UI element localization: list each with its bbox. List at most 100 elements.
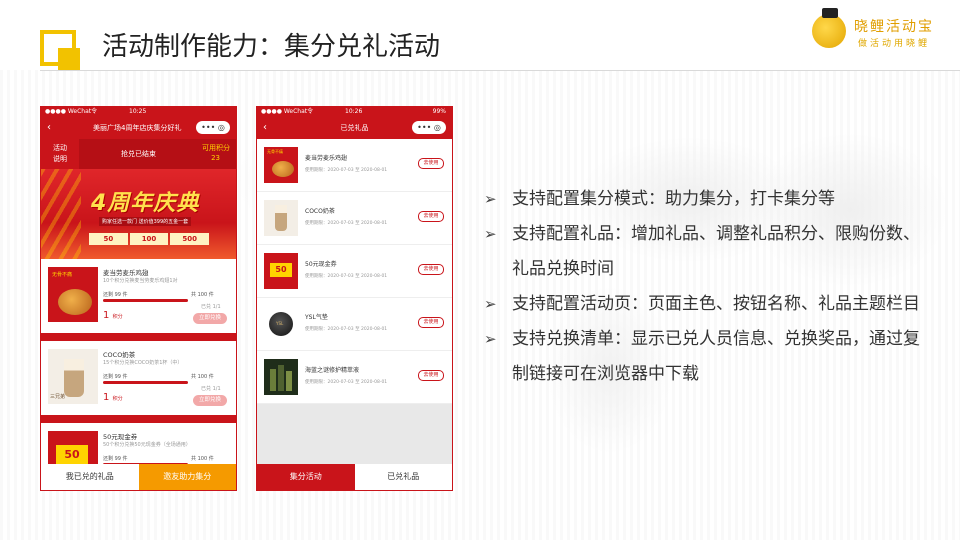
bottom-tab-bar: 集分活动 已兑礼品	[257, 464, 452, 490]
campaign-status-text: 抢兑已结束	[121, 150, 156, 158]
thumb-label: 无骨不痛	[267, 149, 283, 154]
stock-progress-bar	[103, 381, 188, 384]
points-label: 可用积分	[202, 144, 230, 152]
nav-bar: ‹ 美丽广场4周年店庆集分好礼 ••• ◎	[41, 117, 236, 139]
gift-description: 15个积分兑换COCO奶茶1杯（中）	[103, 360, 183, 366]
redeemed-list: 无骨不痛 麦当劳麦乐鸡翅 使用期限：2020-07-03 至 2020-08-0…	[257, 139, 452, 404]
list-item[interactable]: 无骨不痛 麦当劳麦乐鸡翅 使用期限：2020-07-03 至 2020-08-0…	[257, 139, 452, 192]
thumb-label: 无骨不痛	[52, 272, 73, 278]
bottle-icon	[278, 365, 284, 391]
gift-stock-left: 还剩 99 件	[103, 374, 128, 380]
fish-mascot-icon	[812, 14, 846, 48]
top-hat-icon	[822, 8, 838, 18]
item-name: YSL气垫	[305, 314, 328, 321]
banner-coupon: 50	[89, 233, 128, 245]
banner-ribbon-decoration	[41, 169, 81, 259]
gift-card: 无骨不痛 麦当劳麦乐鸡翅 10个积分兑换麦当劳麦乐鸡翅1对 还剩 99 件 共 …	[41, 259, 236, 341]
item-validity: 使用期限：2020-07-03 至 2020-08-01	[305, 274, 388, 279]
feature-item: ➢ 支持配置集分模式：助力集分，打卡集分等	[484, 182, 934, 217]
gift-points: 1 积分	[103, 310, 123, 321]
status-time: 10:25	[129, 108, 147, 115]
banner-coupons: 50 100 500	[89, 233, 210, 245]
thumb-label: YSL	[276, 321, 284, 326]
gift-points-value: 1	[103, 310, 110, 321]
brand-logo: 晓鲤活动宝 做活动用晓鲤	[812, 8, 942, 54]
gift-description: 50个积分兑换50元现金券（全场通用）	[103, 442, 191, 448]
gift-points-value: 1	[103, 392, 110, 403]
bottle-icon	[286, 371, 292, 391]
milk-tea-cup-icon	[64, 359, 84, 397]
status-time: 10:26	[345, 108, 363, 115]
serum-bottles-thumbnail	[264, 359, 298, 395]
anniversary-banner: 4周年庆典 购家任选一款门 送价值399的五金一套 50 100 500	[41, 169, 236, 259]
item-name: 海蓝之谜修护精萃液	[305, 367, 360, 374]
title-divider	[40, 70, 960, 71]
banner-coupon: 100	[129, 233, 169, 245]
cash-coupon-thumbnail: 50	[264, 253, 298, 289]
miniprogram-capsule[interactable]: ••• ◎	[412, 121, 446, 134]
arrow-right-icon: ➢	[484, 330, 497, 348]
redeem-button[interactable]: 立即兑换	[193, 395, 227, 406]
list-item[interactable]: YSL YSL气垫 使用期限：2020-07-03 至 2020-08-01 去…	[257, 298, 452, 351]
card-separator	[41, 415, 236, 423]
gift-stock-total: 共 100 件	[191, 374, 214, 380]
list-item[interactable]: 50 50元现金券 使用期限：2020-07-03 至 2020-08-01 去…	[257, 245, 452, 298]
use-button[interactable]: 去使用	[418, 370, 444, 381]
gift-name: 50元现金券	[103, 433, 138, 441]
rules-button[interactable]: 活动 说明	[41, 139, 79, 169]
gift-stock-total: 共 100 件	[191, 456, 214, 462]
feature-text: 支持配置集分模式：助力集分，打卡集分等	[512, 189, 835, 209]
feature-text: 支持兑换清单：显示已兑人员信息、兑换奖品，通过复制链接可在浏览器中下载	[512, 329, 920, 384]
use-button[interactable]: 去使用	[418, 264, 444, 275]
rules-label-line2: 说明	[53, 155, 67, 163]
points-value: 23	[211, 154, 220, 162]
coupon-value-label: 50	[56, 445, 88, 465]
back-arrow-icon[interactable]: ‹	[263, 117, 267, 139]
nav-title: 已兑礼品	[340, 124, 369, 132]
stock-progress-bar	[103, 299, 188, 302]
gift-points-unit: 积分	[112, 314, 123, 320]
feature-text: 支持配置活动页：页面主色、按钮名称、礼品主题栏目	[512, 294, 920, 314]
item-validity: 使用期限：2020-07-03 至 2020-08-01	[305, 380, 388, 385]
brand-slogan: 做活动用晓鲤	[858, 39, 931, 49]
chicken-icon	[272, 161, 294, 177]
list-item[interactable]: COCO奶茶 使用期限：2020-07-03 至 2020-08-01 去使用	[257, 192, 452, 245]
tab-campaign[interactable]: 集分活动	[257, 464, 355, 490]
tab-my-gifts[interactable]: 我已兑的礼品	[41, 464, 139, 490]
item-validity: 使用期限：2020-07-03 至 2020-08-01	[305, 327, 388, 332]
gift-card: 三兄弟 COCO奶茶 15个积分兑换COCO奶茶1杯（中） 还剩 99 件 共 …	[41, 341, 236, 423]
status-bar: ●●●● WeChat令 10:25	[41, 107, 236, 117]
banner-title: 4周年庆典	[91, 191, 200, 216]
banner-coupon: 500	[170, 233, 210, 245]
chicken-wings-thumbnail: 无骨不痛	[264, 147, 298, 183]
rules-label-line1: 活动	[53, 144, 67, 152]
gift-stock-left: 还剩 99 件	[103, 292, 128, 298]
miniprogram-capsule[interactable]: ••• ◎	[196, 121, 230, 134]
arrow-right-icon: ➢	[484, 190, 497, 208]
feature-list: ➢ 支持配置集分模式：助力集分，打卡集分等 ➢ 支持配置礼品：增加礼品、调整礼品…	[484, 182, 934, 392]
item-validity: 使用期限：2020-07-03 至 2020-08-01	[305, 168, 388, 173]
gift-stock-left: 还剩 99 件	[103, 456, 128, 462]
status-bar: ●●●● WeChat令 10:26 99%	[257, 107, 452, 117]
list-item[interactable]: 海蓝之谜修护精萃液 使用期限：2020-07-03 至 2020-08-01 去…	[257, 351, 452, 404]
use-button[interactable]: 去使用	[418, 317, 444, 328]
item-name: COCO奶茶	[305, 208, 335, 215]
back-arrow-icon[interactable]: ‹	[47, 117, 51, 139]
gift-redeemed-count: 已兑 1/1	[201, 304, 221, 310]
tab-redeemed-gifts[interactable]: 已兑礼品	[354, 464, 452, 490]
item-name: 麦当劳麦乐鸡翅	[305, 155, 348, 162]
card-separator	[41, 333, 236, 341]
gift-points-unit: 积分	[112, 396, 123, 402]
milk-tea-cup-icon	[275, 205, 287, 231]
empty-list-area	[257, 404, 452, 464]
cushion-compact-thumbnail: YSL	[264, 306, 298, 342]
redeem-button[interactable]: 立即兑换	[193, 313, 227, 324]
use-button[interactable]: 去使用	[418, 211, 444, 222]
gift-name: COCO奶茶	[103, 351, 136, 359]
milk-tea-thumbnail	[264, 200, 298, 236]
gift-stock-total: 共 100 件	[191, 292, 214, 298]
feature-item: ➢ 支持配置活动页：页面主色、按钮名称、礼品主题栏目	[484, 287, 934, 322]
feature-item: ➢ 支持兑换清单：显示已兑人员信息、兑换奖品，通过复制链接可在浏览器中下载	[484, 322, 934, 392]
tab-invite-friends[interactable]: 邀友助力集分	[138, 464, 236, 490]
use-button[interactable]: 去使用	[418, 158, 444, 169]
